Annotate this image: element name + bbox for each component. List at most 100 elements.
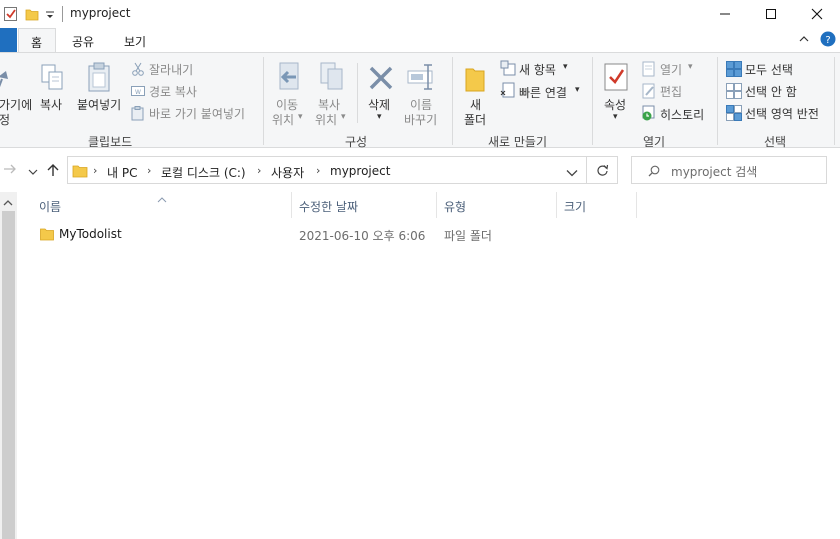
breadcrumb-myproject[interactable]: myproject xyxy=(330,164,390,178)
copy-to-dropdown-icon[interactable]: ▾ xyxy=(341,112,346,122)
move-to-dropdown-icon[interactable]: ▾ xyxy=(298,112,303,122)
column-divider[interactable] xyxy=(436,192,437,218)
new-folder-quick-icon[interactable] xyxy=(25,6,39,22)
delete-dropdown-icon[interactable]: ▾ xyxy=(377,112,382,122)
history-icon[interactable] xyxy=(641,105,657,124)
address-bar[interactable]: › 내 PC › 로컬 디스크 (C:) › 사용자 › myproject xyxy=(67,156,587,184)
close-button[interactable] xyxy=(794,0,840,28)
easy-access-icon[interactable] xyxy=(500,82,516,101)
pin-quick-access-icon[interactable] xyxy=(0,67,10,92)
ribbon-separator xyxy=(592,57,593,145)
help-icon[interactable]: ? xyxy=(820,31,836,47)
column-divider[interactable] xyxy=(636,192,637,218)
tab-share[interactable]: 공유 xyxy=(60,28,106,53)
navigation-pane-scrollbar[interactable] xyxy=(0,192,17,539)
open-dropdown-icon[interactable]: ▾ xyxy=(688,62,693,72)
edit-icon[interactable] xyxy=(641,83,657,102)
navigation-bar: › 내 PC › 로컬 디스크 (C:) › 사용자 › myproject m… xyxy=(0,148,840,192)
copy-button[interactable]: 복사 xyxy=(40,96,62,113)
title-divider xyxy=(62,6,63,22)
search-input[interactable]: myproject 검색 xyxy=(631,156,827,184)
new-item-icon[interactable] xyxy=(500,60,516,79)
breadcrumb-separator[interactable]: › xyxy=(316,164,320,177)
column-header-modified[interactable]: 수정한 날짜 xyxy=(299,198,358,215)
delete-icon[interactable] xyxy=(367,64,395,95)
table-row[interactable]: MyTodolist 2021-06-10 오후 6:06 파일 폴더 xyxy=(20,223,620,245)
pin-quick-access-label-2[interactable]: 정 xyxy=(0,111,10,128)
cut-icon[interactable] xyxy=(131,62,145,79)
copy-to-icon[interactable] xyxy=(318,61,346,96)
select-none-button[interactable]: 선택 안 함 xyxy=(745,83,797,100)
properties-button[interactable]: 속성 xyxy=(604,96,626,113)
scrollbar-thumb[interactable] xyxy=(2,211,15,539)
window-title: myproject xyxy=(70,6,131,20)
column-header-name[interactable]: 이름 xyxy=(39,198,61,215)
copy-path-icon[interactable]: W xyxy=(131,85,145,100)
ribbon-separator xyxy=(357,63,358,123)
column-header-type[interactable]: 유형 xyxy=(444,198,466,215)
breadcrumb-separator[interactable]: › xyxy=(147,164,151,177)
title-bar: myproject xyxy=(0,0,840,28)
maximize-button[interactable] xyxy=(748,0,794,28)
tab-view[interactable]: 보기 xyxy=(112,28,158,53)
column-header-size[interactable]: 크기 xyxy=(564,198,586,215)
refresh-icon xyxy=(597,164,609,176)
ribbon-tabs: 홈 공유 보기 ? xyxy=(0,28,840,53)
tab-home[interactable]: 홈 xyxy=(18,28,56,53)
history-button[interactable]: 히스토리 xyxy=(660,106,704,123)
edit-button[interactable]: 편집 xyxy=(660,83,682,100)
paste-shortcut-icon[interactable] xyxy=(131,106,145,124)
properties-dropdown-icon[interactable]: ▾ xyxy=(613,112,618,122)
properties-icon[interactable] xyxy=(604,62,628,95)
column-divider[interactable] xyxy=(556,192,557,218)
scroll-up-icon[interactable] xyxy=(3,196,13,210)
recent-locations-chevron-icon[interactable] xyxy=(28,165,38,179)
minimize-icon xyxy=(720,13,730,15)
rename-label-2[interactable]: 바꾸기 xyxy=(404,111,437,128)
move-to-label-2[interactable]: 위치 xyxy=(272,111,294,128)
new-item-button[interactable]: 새 항목 xyxy=(519,61,556,78)
ribbon-separator xyxy=(834,57,835,145)
customize-toolbar-chevron-icon[interactable] xyxy=(45,9,55,19)
address-history-chevron-icon[interactable] xyxy=(566,166,578,180)
new-item-dropdown-icon[interactable]: ▾ xyxy=(563,62,568,72)
open-button[interactable]: 열기 xyxy=(660,61,682,78)
file-tab[interactable] xyxy=(0,28,17,53)
properties-quick-icon[interactable] xyxy=(4,6,18,22)
file-name[interactable]: MyTodolist xyxy=(59,227,122,241)
paste-icon[interactable] xyxy=(86,61,114,96)
up-arrow-icon[interactable] xyxy=(46,163,60,180)
ribbon-collapse-chevron-icon[interactable] xyxy=(798,33,810,45)
select-all-button[interactable]: 모두 선택 xyxy=(745,61,793,78)
paste-shortcut-button[interactable]: 바로 가기 붙여넣기 xyxy=(149,105,245,122)
refresh-button[interactable] xyxy=(587,156,618,184)
invert-selection-icon[interactable] xyxy=(726,105,742,124)
column-divider[interactable] xyxy=(291,192,292,218)
copy-icon[interactable] xyxy=(40,63,66,96)
breadcrumb-separator[interactable]: › xyxy=(257,164,261,177)
close-icon xyxy=(811,8,823,20)
select-none-icon[interactable] xyxy=(726,83,742,102)
copy-path-button[interactable]: 경로 복사 xyxy=(149,83,197,100)
cut-button[interactable]: 잘라내기 xyxy=(149,61,193,78)
move-to-icon[interactable] xyxy=(276,61,304,96)
svg-text:W: W xyxy=(135,89,141,96)
easy-access-dropdown-icon[interactable]: ▾ xyxy=(575,85,580,95)
breadcrumb-separator[interactable]: › xyxy=(93,164,97,177)
invert-selection-button[interactable]: 선택 영역 반전 xyxy=(745,105,819,122)
open-icon[interactable] xyxy=(641,61,657,80)
new-folder-icon[interactable] xyxy=(464,63,486,96)
delete-button[interactable]: 삭제 xyxy=(368,96,390,113)
paste-button[interactable]: 붙여넣기 xyxy=(77,96,121,113)
select-all-icon[interactable] xyxy=(726,61,742,80)
breadcrumb-this-pc[interactable]: 내 PC xyxy=(107,164,137,181)
rename-icon[interactable] xyxy=(406,63,438,94)
minimize-button[interactable] xyxy=(702,0,748,28)
new-folder-label-2[interactable]: 폴더 xyxy=(464,111,486,128)
easy-access-button[interactable]: 빠른 연결 xyxy=(519,84,567,101)
forward-arrow-icon[interactable] xyxy=(3,163,17,178)
copy-to-label-2[interactable]: 위치 xyxy=(315,111,337,128)
breadcrumb-users[interactable]: 사용자 xyxy=(271,164,304,181)
search-placeholder: myproject 검색 xyxy=(671,165,758,179)
breadcrumb-local-disk[interactable]: 로컬 디스크 (C:) xyxy=(161,164,246,181)
